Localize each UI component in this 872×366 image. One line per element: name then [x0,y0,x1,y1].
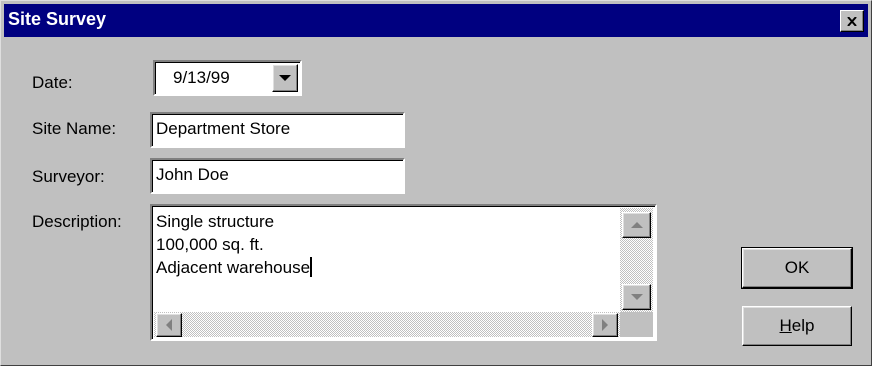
description-label: Description: [32,212,122,231]
description-textarea[interactable]: Single structure 100,000 sq. ft. Adjacen… [150,204,657,341]
window-title: Site Survey [8,9,107,29]
ok-button[interactable]: OK [741,247,853,289]
scroll-up-button[interactable] [622,212,651,238]
site-name-value: Department Store [156,119,291,138]
date-value: 9/13/99 [173,68,230,87]
help-button-label: Help [779,316,815,335]
scroll-down-button[interactable] [622,284,651,310]
site-name-label: Site Name: [32,119,117,138]
surveyor-label: Surveyor: [32,167,105,186]
description-line: 100,000 sq. ft. [156,235,264,254]
close-button[interactable] [840,10,864,32]
date-dropdown-button[interactable] [272,64,298,92]
site-name-field[interactable]: Department Store [150,112,405,148]
title-bar[interactable]: Site Survey [4,4,868,37]
description-line: Adjacent warehouse [156,257,313,277]
scroll-right-button[interactable] [592,313,618,337]
description-line: Single structure [156,212,275,231]
scroll-left-icon [166,319,172,331]
scroll-up-icon [630,222,643,228]
ok-button-label: OK [784,258,810,277]
horizontal-scrollbar[interactable] [154,312,620,337]
date-label: Date: [32,73,73,92]
dropdown-arrow-icon [279,75,291,81]
surveyor-value: John Doe [156,165,229,184]
surveyor-field[interactable]: John Doe [150,158,405,194]
scroll-right-icon [602,319,608,331]
scroll-down-icon [630,294,643,300]
help-button[interactable]: Help [742,306,852,346]
date-combobox[interactable]: 9/13/99 [153,60,302,96]
close-icon [847,16,857,26]
description-text: Single structure 100,000 sq. ft. Adjacen… [156,210,313,279]
scrollbar-corner [620,312,653,337]
text-caret [310,257,313,277]
site-survey-dialog: Site Survey Date: 9/13/99 Site Name: Dep… [0,0,872,366]
scroll-left-button[interactable] [156,313,182,337]
